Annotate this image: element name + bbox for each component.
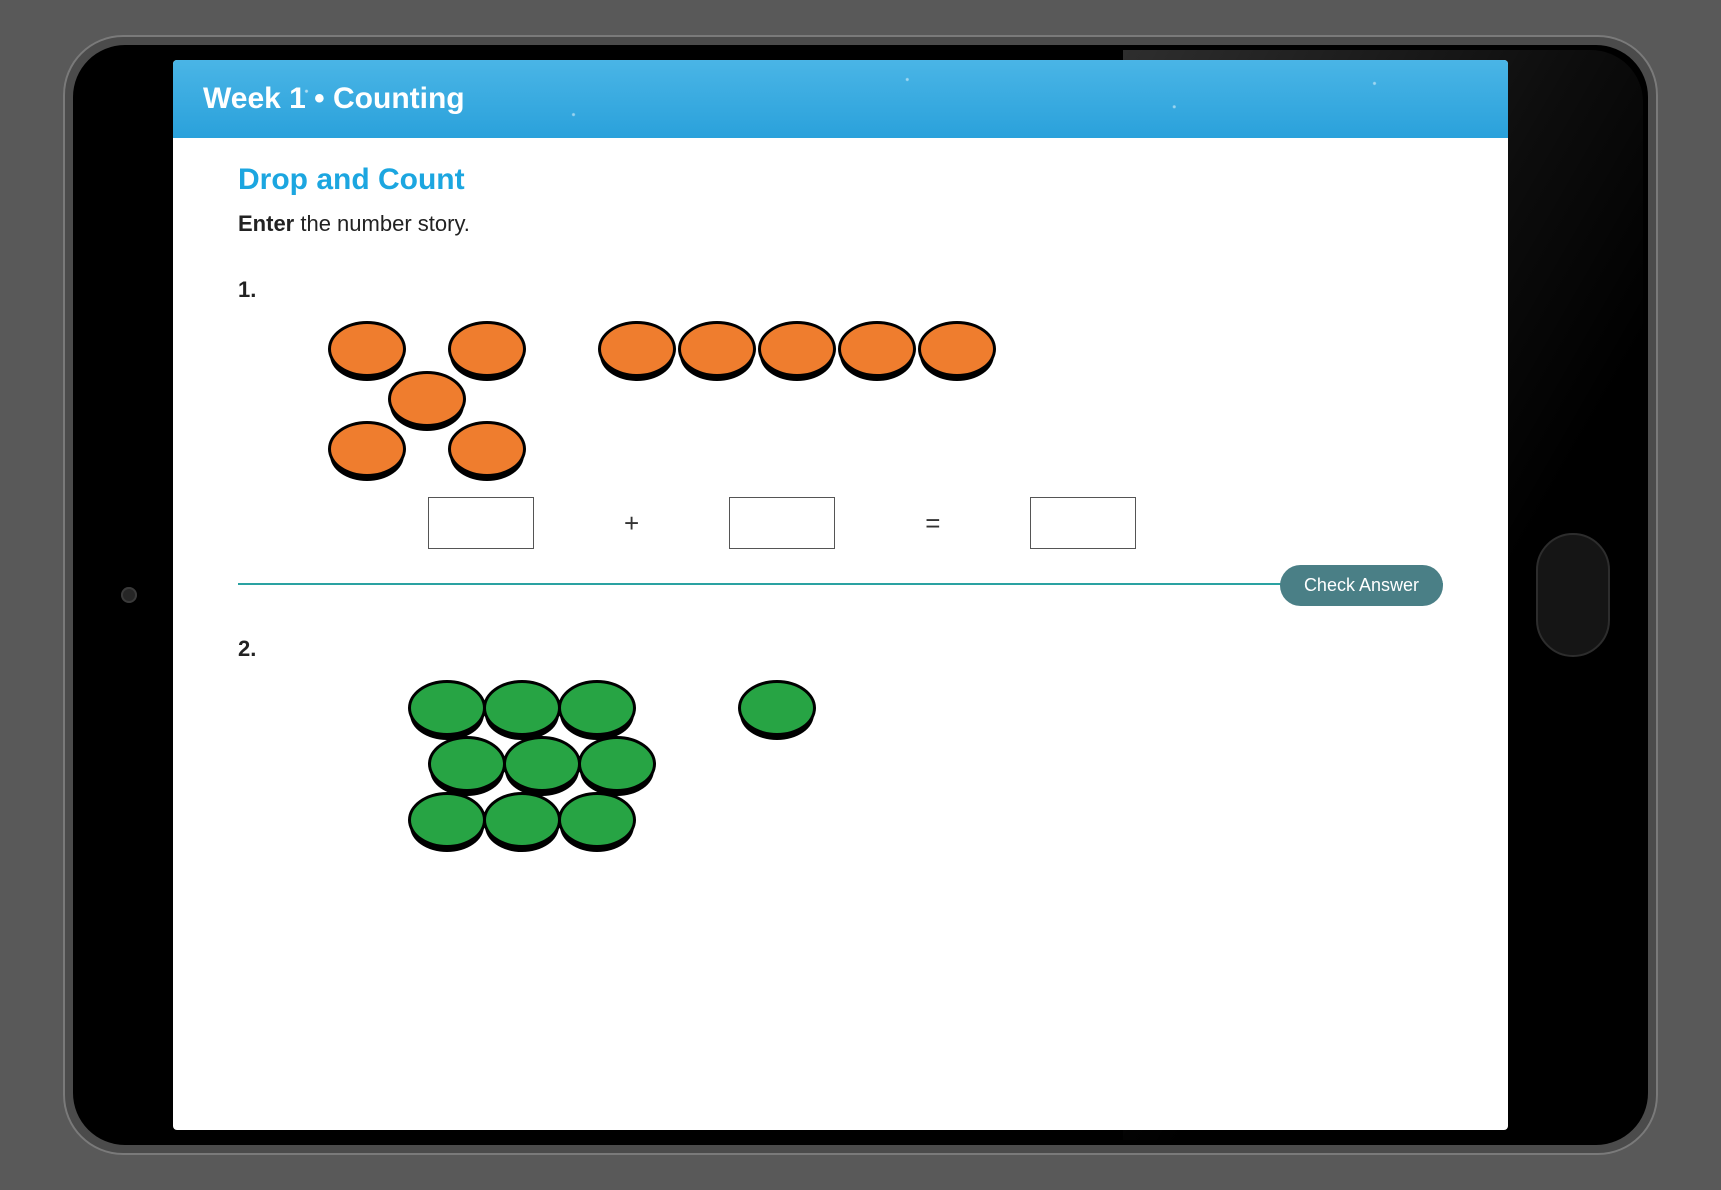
q2-group-a [398, 680, 638, 850]
counter-icon[interactable] [598, 321, 676, 377]
page-title: Drop and Count [238, 163, 1443, 197]
header-banner: Week 1 • Counting [173, 60, 1508, 138]
question-2-number: 2. [238, 636, 1443, 662]
counter-icon[interactable] [448, 321, 526, 377]
instructions-bold: Enter [238, 211, 294, 236]
counter-icon[interactable] [678, 321, 756, 377]
q1-addend-b-input[interactable] [729, 497, 835, 549]
question-1-number: 1. [238, 277, 1443, 303]
counter-icon[interactable] [483, 792, 561, 848]
instructions: Enter the number story. [238, 211, 1443, 237]
counter-icon[interactable] [578, 736, 656, 792]
counter-icon[interactable] [758, 321, 836, 377]
counter-icon[interactable] [388, 371, 466, 427]
worksheet-body: Drop and Count Enter the number story. 1… [173, 138, 1508, 1130]
counter-icon[interactable] [738, 680, 816, 736]
tablet-camera-icon [121, 587, 137, 603]
app-screen: Week 1 • Counting Drop and Count Enter t… [173, 60, 1508, 1130]
counter-icon[interactable] [448, 421, 526, 477]
counter-icon[interactable] [558, 680, 636, 736]
counter-icon[interactable] [483, 680, 561, 736]
question-2: 2. [238, 636, 1443, 850]
instructions-rest: the number story. [294, 211, 470, 236]
counter-icon[interactable] [408, 792, 486, 848]
tablet-shell: Week 1 • Counting Drop and Count Enter t… [73, 45, 1648, 1145]
counter-icon[interactable] [838, 321, 916, 377]
counter-icon[interactable] [503, 736, 581, 792]
question-1: 1. [238, 277, 1443, 606]
equals-icon: = [925, 508, 940, 539]
counter-icon[interactable] [558, 792, 636, 848]
counter-icon[interactable] [328, 421, 406, 477]
header-title: Week 1 • Counting [203, 82, 465, 115]
q1-sum-input[interactable] [1030, 497, 1136, 549]
counter-icon[interactable] [918, 321, 996, 377]
q1-equation: + = [238, 497, 1443, 549]
check-answer-button[interactable]: Check Answer [1280, 565, 1443, 606]
counter-icon[interactable] [408, 680, 486, 736]
counter-icon[interactable] [328, 321, 406, 377]
q1-group-b [598, 321, 996, 377]
q1-check-row: Check Answer [238, 565, 1443, 606]
tablet-shell-outer: Week 1 • Counting Drop and Count Enter t… [63, 35, 1658, 1155]
stage: Week 1 • Counting Drop and Count Enter t… [0, 0, 1721, 1190]
q2-group-b [738, 680, 816, 736]
counter-icon[interactable] [428, 736, 506, 792]
q1-group-a [328, 321, 528, 471]
tablet-home-button[interactable] [1536, 533, 1610, 657]
q1-addend-a-input[interactable] [428, 497, 534, 549]
q2-counter-area [238, 680, 1443, 850]
q1-counter-area [238, 321, 1443, 471]
plus-icon: + [624, 508, 639, 539]
